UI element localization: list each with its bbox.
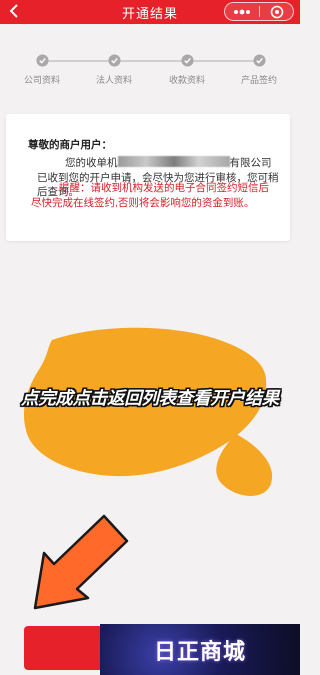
arrow-pointer [33, 514, 129, 610]
watermark-logo: 日正商城 [100, 624, 300, 675]
annotation-overlay [23, 327, 273, 610]
instruction-annotation: 点完成点击返回列表查看开户结果 [21, 388, 279, 408]
watermark-text: 日正商城 [153, 638, 246, 664]
